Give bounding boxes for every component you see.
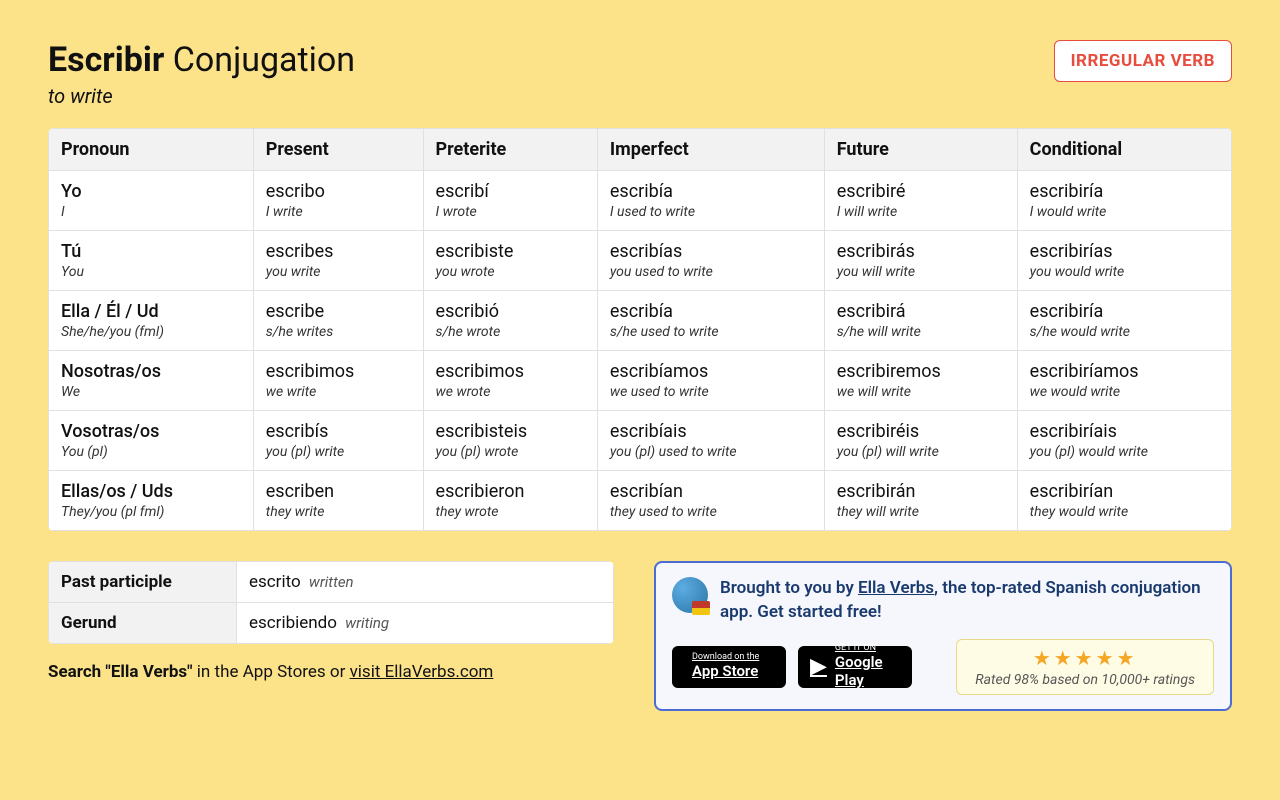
cell-conditional: escribiríanthey would write [1017, 471, 1231, 531]
cell-pronoun: Ellas/os / UdsThey/you (pl fml) [49, 471, 254, 531]
table-row: Ella / Él / UdShe/he/you (fml)escribes/h… [49, 291, 1232, 351]
cell-future: escribiréI will write [824, 171, 1017, 231]
cell-conditional: escribiríasyou would write [1017, 231, 1231, 291]
cell-imperfect: escribíaisyou (pl) used to write [597, 411, 824, 471]
ella-verbs-link[interactable]: Ella Verbs [858, 578, 934, 598]
gerund-value: escribiendo writing [237, 603, 614, 644]
rating-text: Rated 98% based on 10,000+ ratings [975, 672, 1195, 688]
cell-imperfect: escribíamoswe used to write [597, 351, 824, 411]
search-line: Search "Ella Verbs" in the App Stores or… [48, 662, 614, 682]
google-play-button[interactable]: ▶ GET IT ONGoogle Play [798, 646, 912, 688]
cell-pronoun: TúYou [49, 231, 254, 291]
app-store-button[interactable]: Download on theApp Store [672, 646, 786, 688]
star-icons: ★★★★★ [975, 646, 1195, 670]
cell-future: escribirás/he will write [824, 291, 1017, 351]
col-imperfect: Imperfect [597, 129, 824, 171]
rating-box: ★★★★★ Rated 98% based on 10,000+ ratings [956, 639, 1214, 695]
cell-present: escribesyou write [253, 231, 423, 291]
cell-present: escribimoswe write [253, 351, 423, 411]
past-participle-value: escrito written [237, 562, 614, 603]
col-preterite: Preterite [423, 129, 597, 171]
gerund-label: Gerund [49, 603, 237, 644]
conjugation-table: Pronoun Present Preterite Imperfect Futu… [48, 128, 1232, 531]
cell-preterite: escribiós/he wrote [423, 291, 597, 351]
title-block: Escribir Conjugation to write [48, 40, 355, 108]
cell-preterite: escribíI wrote [423, 171, 597, 231]
cell-preterite: escribimoswe wrote [423, 351, 597, 411]
cell-imperfect: escribíanthey used to write [597, 471, 824, 531]
cell-pronoun: Ella / Él / UdShe/he/you (fml) [49, 291, 254, 351]
col-present: Present [253, 129, 423, 171]
cell-conditional: escribiríamoswe would write [1017, 351, 1231, 411]
page-title: Escribir Conjugation [48, 40, 355, 80]
past-participle-label: Past participle [49, 562, 237, 603]
cell-conditional: escribirías/he would write [1017, 291, 1231, 351]
promo-box: Brought to you by Ella Verbs, the top-ra… [654, 561, 1232, 711]
cell-present: escribes/he writes [253, 291, 423, 351]
table-row: Vosotras/osYou (pl)escribísyou (pl) writ… [49, 411, 1232, 471]
table-row: Nosotras/osWeescribimoswe writeescribimo… [49, 351, 1232, 411]
cell-preterite: escribieronthey wrote [423, 471, 597, 531]
irregular-badge: IRREGULAR VERB [1054, 40, 1232, 82]
cell-future: escribiránthey will write [824, 471, 1017, 531]
col-conditional: Conditional [1017, 129, 1231, 171]
promo-text: Brought to you by Ella Verbs, the top-ra… [720, 577, 1214, 625]
participle-table: Past participle escrito written Gerund e… [48, 561, 614, 644]
cell-conditional: escribiríaI would write [1017, 171, 1231, 231]
cell-conditional: escribiríaisyou (pl) would write [1017, 411, 1231, 471]
cell-imperfect: escribías/he used to write [597, 291, 824, 351]
cell-present: escriboI write [253, 171, 423, 231]
cell-imperfect: escribíaI used to write [597, 171, 824, 231]
play-icon: ▶ [810, 654, 827, 679]
cell-preterite: escribisteyou wrote [423, 231, 597, 291]
cell-future: escribiremoswe will write [824, 351, 1017, 411]
col-future: Future [824, 129, 1017, 171]
col-pronoun: Pronoun [49, 129, 254, 171]
cell-present: escribenthey write [253, 471, 423, 531]
visit-link[interactable]: visit EllaVerbs.com [350, 662, 494, 682]
cell-present: escribísyou (pl) write [253, 411, 423, 471]
cell-preterite: escribisteisyou (pl) wrote [423, 411, 597, 471]
app-icon [672, 577, 708, 613]
table-row: Ellas/os / UdsThey/you (pl fml)escribent… [49, 471, 1232, 531]
table-row: TúYouescribesyou writeescribisteyou wrot… [49, 231, 1232, 291]
cell-future: escribirásyou will write [824, 231, 1017, 291]
table-row: YoIescriboI writeescribíI wroteescribíaI… [49, 171, 1232, 231]
cell-pronoun: Vosotras/osYou (pl) [49, 411, 254, 471]
cell-pronoun: Nosotras/osWe [49, 351, 254, 411]
cell-imperfect: escribíasyou used to write [597, 231, 824, 291]
cell-future: escribiréisyou (pl) will write [824, 411, 1017, 471]
cell-pronoun: YoI [49, 171, 254, 231]
verb-translation: to write [48, 84, 355, 108]
